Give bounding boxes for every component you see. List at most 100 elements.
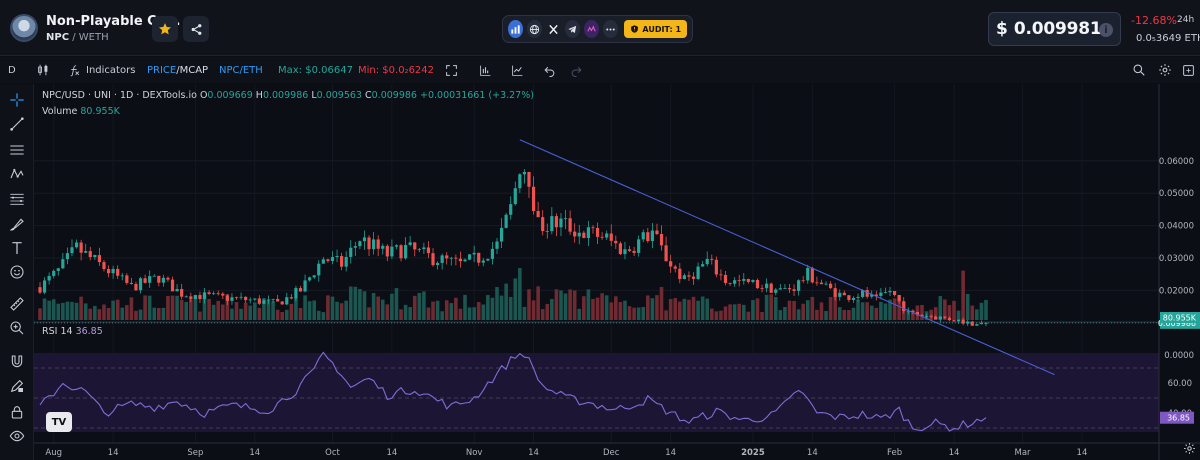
- volume-bar: [892, 298, 897, 320]
- time-tick-label: 14: [249, 448, 260, 458]
- price-chart-svg[interactable]: 0.060000.050000.040000.030000.020000.010…: [34, 84, 1200, 460]
- crosshair-tool[interactable]: [7, 90, 27, 110]
- volume-bar: [860, 302, 865, 320]
- zoom-tool[interactable]: [7, 318, 27, 338]
- shield-icon: [631, 25, 639, 33]
- audit-badge[interactable]: AUDIT: 1: [624, 20, 688, 38]
- volume-bar: [773, 296, 778, 320]
- candle-body: [38, 287, 42, 293]
- brush-tool[interactable]: [7, 214, 27, 234]
- measure-tool[interactable]: [7, 294, 27, 314]
- trendline-tool[interactable]: [7, 114, 27, 134]
- volume-legend: Volume 80.955K: [42, 106, 120, 117]
- share-button[interactable]: [183, 16, 209, 42]
- text-icon: [12, 242, 22, 254]
- undo-button[interactable]: [543, 57, 556, 83]
- tradingview-logo[interactable]: TV: [46, 412, 72, 432]
- hide-drawings-tool[interactable]: [7, 426, 27, 446]
- candle-body: [399, 245, 403, 259]
- volume-bar: [93, 305, 97, 320]
- lock-drawings-tool[interactable]: [7, 402, 27, 422]
- volume-bar: [330, 296, 335, 320]
- gear-icon: [1159, 64, 1171, 76]
- candle-type-button[interactable]: [36, 57, 50, 83]
- candle-body: [234, 297, 239, 299]
- compare-button[interactable]: [479, 57, 492, 83]
- time-tick-label: Dec: [603, 448, 620, 458]
- candle-body: [253, 298, 257, 300]
- price-label: PRICE: [147, 64, 177, 76]
- volume-bar: [440, 311, 444, 320]
- token-avatar: [10, 14, 38, 42]
- candle-body: [490, 248, 495, 259]
- time-tick-label: 14: [1077, 448, 1088, 458]
- chart-link[interactable]: [508, 20, 524, 38]
- magnet-tool[interactable]: [7, 352, 27, 372]
- candle-body: [358, 241, 362, 247]
- volume-bar: [102, 304, 106, 320]
- volume-bar: [518, 268, 522, 320]
- volume-bar: [61, 302, 65, 320]
- emoji-tool[interactable]: [7, 262, 27, 282]
- candle-body: [52, 270, 56, 276]
- price-mcap-toggle[interactable]: PRICE/MCAP: [147, 57, 208, 83]
- volume-bar: [499, 295, 504, 320]
- x-link[interactable]: [546, 20, 561, 38]
- drawing-toolbar: [0, 84, 34, 460]
- stay-drawing-tool[interactable]: [7, 376, 27, 396]
- candle-body: [467, 254, 472, 260]
- pattern-tool[interactable]: [7, 164, 27, 184]
- horizontal-lines-tool[interactable]: [7, 140, 27, 160]
- chart-area[interactable]: 0.060000.050000.040000.030000.020000.010…: [34, 84, 1200, 460]
- candle-body: [760, 288, 764, 289]
- volume-bar: [129, 297, 134, 320]
- ohlc-legend: NPC/USD · UNI · 1D · DEXTools.io O0.0096…: [42, 90, 534, 101]
- pair-toggle[interactable]: NPC/ETH: [219, 57, 263, 83]
- volume-bar: [307, 301, 312, 320]
- redo-button[interactable]: [570, 57, 583, 83]
- interval-button[interactable]: D: [8, 57, 16, 83]
- fib-icon: [10, 193, 24, 205]
- dextools-icon: [587, 24, 596, 32]
- volume-bar: [65, 301, 70, 320]
- mcap-label: /MCAP: [176, 64, 209, 76]
- candle-body: [97, 255, 102, 263]
- chart-style-button[interactable]: [511, 57, 524, 83]
- more-links-button[interactable]: [603, 20, 619, 38]
- price-change-percent: -12.68%: [1131, 14, 1177, 27]
- settings-button[interactable]: [1158, 57, 1172, 83]
- candle-body: [321, 259, 325, 264]
- volume-bar: [486, 294, 490, 320]
- candle-body: [600, 236, 604, 238]
- volume-bar: [467, 307, 472, 320]
- text-tool[interactable]: [7, 238, 27, 258]
- candle-body: [952, 320, 956, 322]
- axis-settings-icon[interactable]: [1183, 442, 1196, 455]
- volume-bar: [700, 296, 705, 320]
- fib-tool[interactable]: [7, 189, 27, 209]
- brush-icon: [9, 218, 24, 231]
- favorite-button[interactable]: [152, 16, 178, 42]
- fullscreen-toggle-button[interactable]: [1182, 57, 1195, 83]
- candle-body: [417, 249, 421, 250]
- candle-body: [618, 243, 622, 255]
- candle-body: [138, 278, 143, 291]
- search-button[interactable]: [1132, 57, 1146, 83]
- info-icon[interactable]: i: [1099, 23, 1113, 37]
- volume-bar: [572, 290, 577, 320]
- fullscreen-button[interactable]: [445, 57, 458, 83]
- dextools-link[interactable]: [584, 20, 600, 38]
- telegram-link[interactable]: [565, 20, 581, 38]
- volume-bar: [252, 302, 257, 320]
- volume-bar: [732, 304, 737, 320]
- candle-body: [422, 247, 426, 250]
- volume-bar: [737, 303, 742, 320]
- volume-bar: [38, 308, 42, 320]
- volume-value: 80.955K: [80, 106, 120, 117]
- website-link[interactable]: [527, 20, 543, 38]
- volume-bar: [819, 302, 824, 320]
- indicators-button[interactable]: Indicators: [68, 57, 135, 83]
- volume-bar: [353, 286, 358, 320]
- candle-body: [531, 186, 536, 212]
- volume-bar: [536, 286, 540, 320]
